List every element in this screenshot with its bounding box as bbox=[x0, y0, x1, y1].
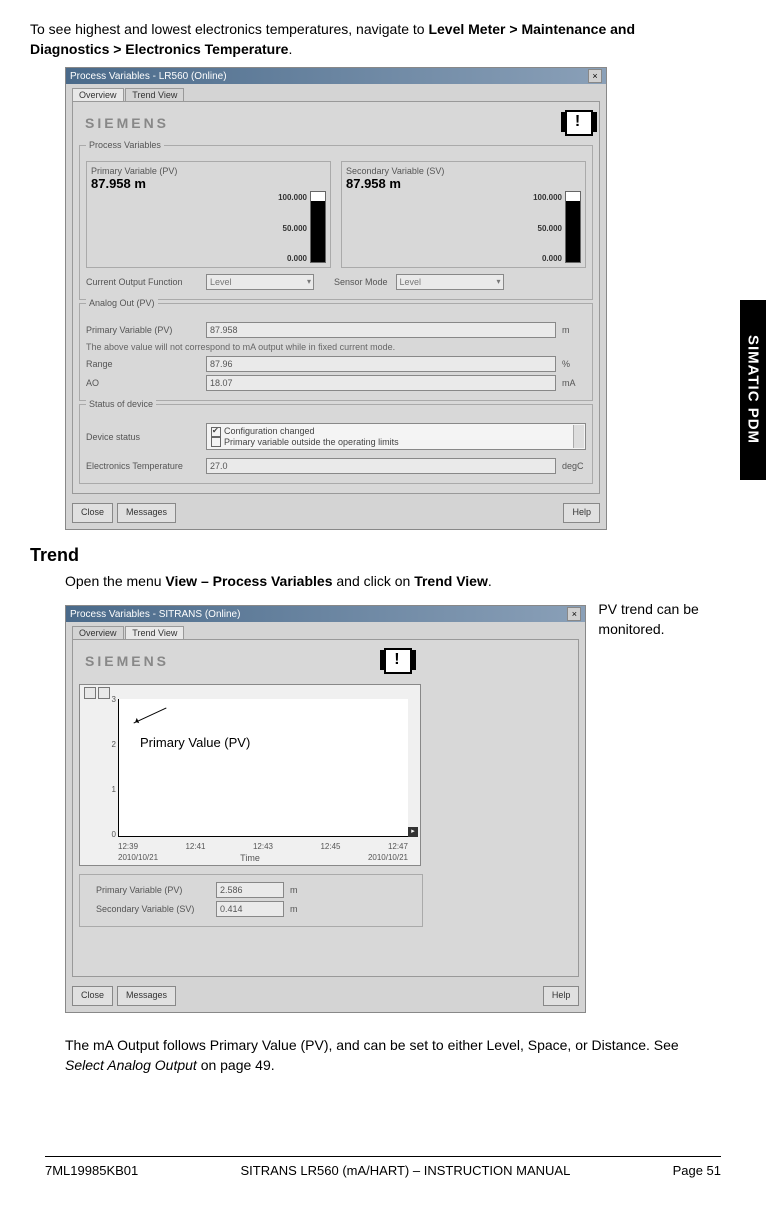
close-icon[interactable]: × bbox=[567, 607, 581, 621]
close-button[interactable]: Close bbox=[72, 503, 113, 523]
tab-overview[interactable]: Overview bbox=[72, 626, 124, 639]
process-variables-group: Process Variables Primary Variable (PV) … bbox=[79, 145, 593, 300]
footer-title: SITRANS LR560 (mA/HART) – INSTRUCTION MA… bbox=[240, 1163, 570, 1178]
electronics-temp-field[interactable]: 27.0 bbox=[206, 458, 556, 474]
messages-button[interactable]: Messages bbox=[117, 503, 176, 523]
side-tab: SIMATIC PDM bbox=[740, 300, 766, 480]
sensor-mode-select[interactable]: Level bbox=[396, 274, 504, 290]
sv-panel: Secondary Variable (SV) 87.958 m 100.000… bbox=[341, 161, 586, 268]
ao-field[interactable]: 18.07 bbox=[206, 375, 556, 391]
status-group: Status of device Device status Configura… bbox=[79, 404, 593, 484]
tab-overview[interactable]: Overview bbox=[72, 88, 124, 101]
device-status-list[interactable]: Configuration changed Primary variable o… bbox=[206, 423, 586, 450]
range-field[interactable]: 87.96 bbox=[206, 356, 556, 372]
help-button[interactable]: Help bbox=[563, 503, 600, 523]
tab-strip: Overview Trend View bbox=[66, 84, 606, 101]
pv-value: 87.958 m bbox=[91, 176, 326, 191]
warning-icon: ! bbox=[384, 648, 412, 674]
fixed-current-note: The above value will not correspond to m… bbox=[86, 342, 586, 352]
trend-instruction: Open the menu View – Process Variables a… bbox=[65, 572, 716, 592]
trend-pv-field[interactable]: 2.586 bbox=[216, 882, 284, 898]
chart-scroll-icon[interactable]: ▸ bbox=[408, 827, 418, 837]
tab-strip: Overview Trend View bbox=[66, 622, 585, 639]
trend-sv-field[interactable]: 0.414 bbox=[216, 901, 284, 917]
messages-button[interactable]: Messages bbox=[117, 986, 176, 1006]
analog-pv-field[interactable]: 87.958 bbox=[206, 322, 556, 338]
chart-annotation: Primary Value (PV) bbox=[140, 735, 250, 750]
page-footer: 7ML19985KB01 SITRANS LR560 (mA/HART) – I… bbox=[45, 1156, 721, 1178]
trend-side-note: PV trend can be monitored. bbox=[598, 600, 716, 639]
warning-icon: ! bbox=[565, 110, 593, 136]
trend-values-group: Primary Variable (PV) 2.586 m Secondary … bbox=[79, 874, 423, 927]
tab-trend-view[interactable]: Trend View bbox=[125, 626, 184, 639]
after-paragraph: The mA Output follows Primary Value (PV)… bbox=[65, 1036, 716, 1075]
brand-row: SIEMENS ! bbox=[79, 646, 572, 680]
siemens-logo: SIEMENS bbox=[85, 653, 384, 669]
trend-heading: Trend bbox=[30, 545, 716, 566]
help-button[interactable]: Help bbox=[543, 986, 580, 1006]
process-variables-dialog: Process Variables - LR560 (Online) × Ove… bbox=[65, 67, 607, 530]
brand-row: SIEMENS ! bbox=[79, 108, 593, 142]
footer-doc-id: 7ML19985KB01 bbox=[45, 1163, 138, 1178]
dialog-title: Process Variables - SITRANS (Online) bbox=[70, 609, 240, 620]
footer-page: Page 51 bbox=[673, 1163, 721, 1178]
tab-trend-view[interactable]: Trend View bbox=[125, 88, 184, 101]
close-icon[interactable]: × bbox=[588, 69, 602, 83]
siemens-logo: SIEMENS bbox=[85, 115, 169, 131]
sv-value: 87.958 m bbox=[346, 176, 581, 191]
close-button[interactable]: Close bbox=[72, 986, 113, 1006]
intro-paragraph: To see highest and lowest electronics te… bbox=[30, 20, 716, 59]
trend-chart[interactable]: Primary Variable (PV) [m] 0 1 2 3 Primar… bbox=[79, 684, 421, 866]
pv-panel: Primary Variable (PV) 87.958 m 100.000 5… bbox=[86, 161, 331, 268]
titlebar: Process Variables - LR560 (Online) × bbox=[66, 68, 606, 84]
dialog-title: Process Variables - LR560 (Online) bbox=[70, 71, 227, 82]
current-output-function-select[interactable]: Level bbox=[206, 274, 314, 290]
analog-out-group: Analog Out (PV) Primary Variable (PV) 87… bbox=[79, 303, 593, 401]
trend-dialog: Process Variables - SITRANS (Online) × O… bbox=[65, 605, 586, 1013]
titlebar: Process Variables - SITRANS (Online) × bbox=[66, 606, 585, 622]
